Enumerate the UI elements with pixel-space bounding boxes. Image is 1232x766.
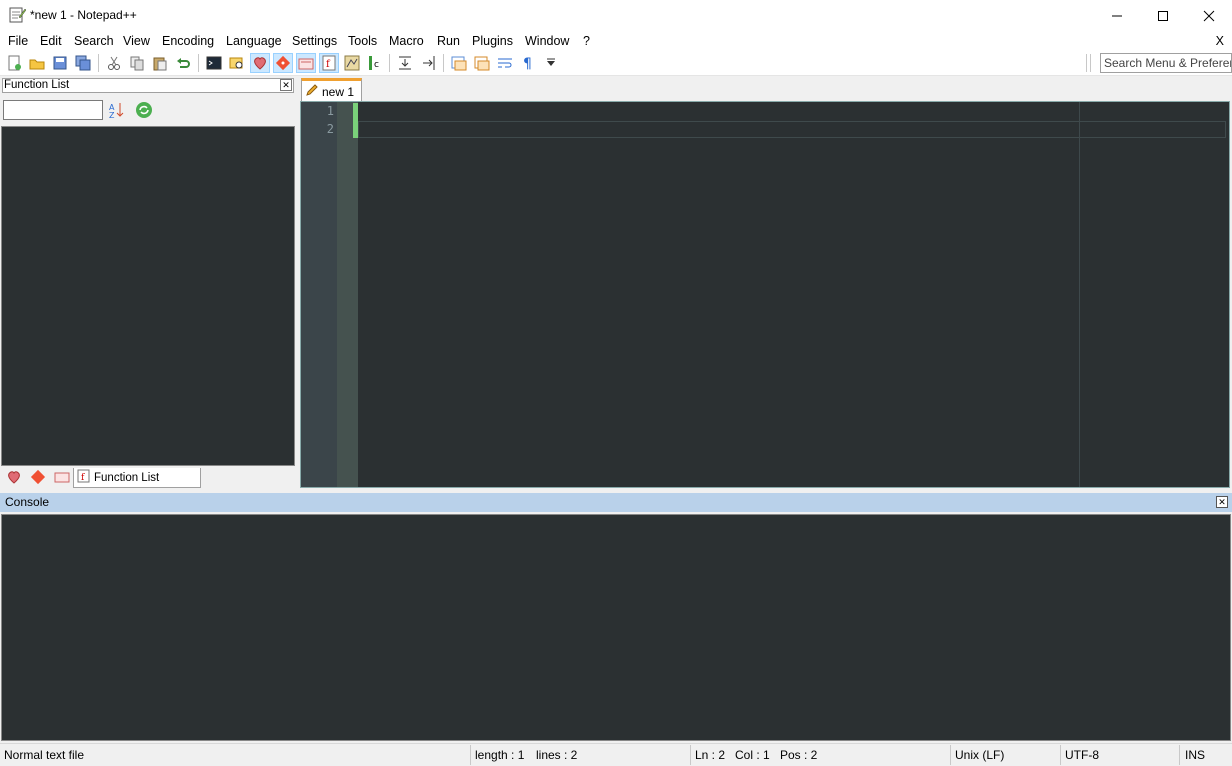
status-bar: Normal text file length : 1 lines : 2 Ln…	[0, 743, 1232, 766]
maximize-button[interactable]	[1140, 0, 1186, 31]
document-tab-label: new 1	[322, 84, 355, 99]
function-list-tab-icon: f	[77, 469, 91, 486]
status-line: Ln : 2	[695, 748, 726, 762]
refresh-icon[interactable]	[135, 101, 153, 119]
menu-encoding[interactable]: Encoding	[162, 34, 214, 48]
pencil-icon	[305, 83, 319, 100]
new-file-icon[interactable]	[4, 53, 24, 73]
line-number: 1	[326, 104, 334, 118]
window-title: *new 1 - Notepad++	[30, 8, 137, 22]
paste-icon[interactable]	[150, 53, 170, 73]
menu-tools[interactable]: Tools	[348, 34, 377, 48]
status-lines: lines : 2	[536, 748, 578, 762]
status-eol: Unix (LF)	[955, 748, 1005, 762]
wrap-icon[interactable]	[495, 53, 515, 73]
close-window-button[interactable]	[1186, 0, 1232, 31]
menu-file[interactable]: File	[8, 34, 28, 48]
console-close-icon[interactable]: ✕	[1216, 496, 1228, 508]
document-tab-bar	[299, 77, 1232, 102]
menu-language[interactable]: Language	[226, 34, 282, 48]
bookmark-panel-tab-icon[interactable]	[4, 468, 24, 486]
menu-bar: File Edit Search View Encoding Language …	[0, 31, 1232, 51]
clone-icon[interactable]	[472, 53, 492, 73]
sort-az-icon[interactable]: AZ	[108, 101, 126, 120]
function-list-icon[interactable]: f	[319, 53, 339, 73]
sync-scroll-icon[interactable]	[449, 53, 469, 73]
console-title: Console	[0, 493, 1232, 512]
indent-icon[interactable]	[395, 53, 415, 73]
status-position: Pos : 2	[780, 748, 818, 762]
line-number-gutter	[301, 102, 337, 487]
function-list-tab-label: Function List	[94, 471, 160, 484]
undo-icon[interactable]	[173, 53, 193, 73]
find-icon[interactable]	[227, 53, 247, 73]
svg-text:Z: Z	[109, 111, 115, 119]
menu-edit[interactable]: Edit	[40, 34, 62, 48]
cut-icon[interactable]	[104, 53, 124, 73]
menu-close-doc-button[interactable]: X	[1216, 34, 1224, 48]
copy-icon[interactable]	[127, 53, 147, 73]
menu-view[interactable]: View	[123, 34, 150, 48]
status-file-type: Normal text file	[4, 748, 85, 762]
edge-column-line	[1079, 102, 1080, 487]
column-icon[interactable]: c	[365, 53, 385, 73]
menu-search[interactable]: Search	[74, 34, 114, 48]
toolbar: f c ¶ Search Menu & Preferences	[0, 51, 1232, 76]
svg-text:¶: ¶	[523, 56, 532, 71]
console-output[interactable]	[1, 514, 1231, 741]
folder-panel-tab-icon[interactable]	[52, 468, 72, 486]
save-all-icon[interactable]	[73, 53, 93, 73]
function-list-tab[interactable]: f Function List	[73, 468, 201, 488]
title-bar	[0, 0, 1232, 31]
pilcrow-icon[interactable]: ¶	[518, 53, 538, 73]
save-icon[interactable]	[50, 53, 70, 73]
doc-map-icon[interactable]	[342, 53, 362, 73]
menu-run[interactable]: Run	[437, 34, 460, 48]
menu-macro[interactable]: Macro	[389, 34, 424, 48]
git-icon[interactable]	[273, 53, 293, 73]
dropdown-icon[interactable]	[541, 53, 561, 73]
line-number: 2	[326, 122, 334, 136]
status-column: Col : 1	[735, 748, 770, 762]
status-insert-mode: INS	[1185, 748, 1206, 762]
folder-icon[interactable]	[296, 53, 316, 73]
function-list-search-input[interactable]	[3, 100, 103, 120]
menu-window[interactable]: Window	[525, 34, 569, 48]
search-menu-input[interactable]: Search Menu & Preferences	[1100, 53, 1232, 73]
text-editor[interactable]	[300, 101, 1230, 488]
function-list-close-icon[interactable]: ✕	[280, 79, 292, 91]
menu-settings[interactable]: Settings	[292, 34, 337, 48]
status-length: length : 1	[475, 748, 525, 762]
svg-text:c: c	[374, 60, 379, 70]
menu-help[interactable]: ?	[583, 34, 590, 48]
terminal-icon[interactable]	[204, 53, 224, 73]
fold-margin	[337, 102, 358, 487]
current-line-highlight	[358, 121, 1226, 138]
document-tab[interactable]: new 1	[301, 78, 362, 102]
status-encoding: UTF-8	[1065, 748, 1099, 762]
function-list-title: Function List	[2, 78, 294, 93]
minimize-button[interactable]	[1094, 0, 1140, 31]
git-panel-tab-icon[interactable]	[28, 468, 48, 486]
bookmark-icon[interactable]	[250, 53, 270, 73]
outdent-icon[interactable]	[418, 53, 438, 73]
open-file-icon[interactable]	[27, 53, 47, 73]
function-list-tree[interactable]	[1, 126, 295, 466]
notepad-app-icon	[8, 6, 27, 24]
menu-plugins[interactable]: Plugins	[472, 34, 513, 48]
